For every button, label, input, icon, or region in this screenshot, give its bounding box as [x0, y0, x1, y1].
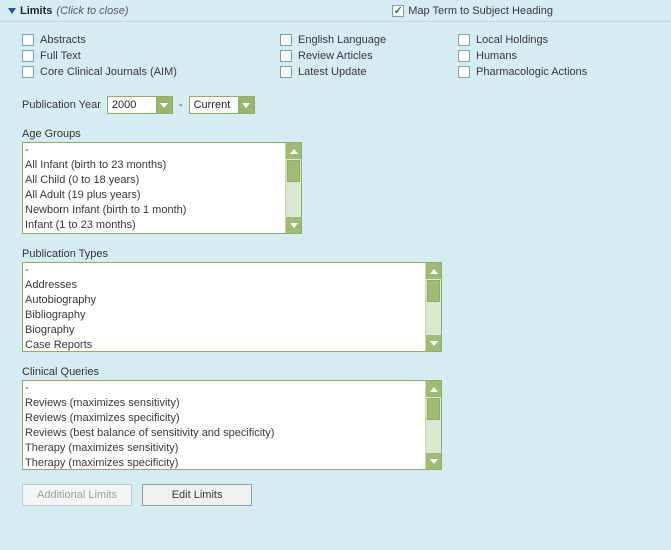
- list-item[interactable]: Case Reports: [25, 338, 423, 352]
- collapse-icon: [8, 8, 16, 14]
- chevron-down-icon: [156, 97, 172, 113]
- list-item[interactable]: -: [25, 381, 423, 396]
- checkbox[interactable]: [280, 34, 292, 46]
- scroll-track[interactable]: [286, 159, 301, 217]
- scroll-down-icon[interactable]: [426, 453, 442, 469]
- opt-local-holdings: Local Holdings: [458, 34, 638, 46]
- limits-title: Limits: [20, 5, 52, 17]
- select-value: 2000: [112, 99, 156, 111]
- scroll-up-icon[interactable]: [426, 381, 442, 397]
- list-item[interactable]: -: [25, 143, 283, 158]
- scrollbar[interactable]: [425, 381, 441, 469]
- age-groups-listbox[interactable]: - All Infant (birth to 23 months) All Ch…: [22, 142, 302, 234]
- checkbox-grid: Abstracts English Language Local Holding…: [22, 34, 653, 78]
- additional-limits-button: Additional Limits: [22, 484, 132, 506]
- opt-label: Latest Update: [298, 66, 367, 78]
- scroll-down-icon[interactable]: [426, 335, 442, 351]
- list-item[interactable]: Autobiography: [25, 293, 423, 308]
- list-item[interactable]: Newborn Infant (birth to 1 month): [25, 203, 283, 218]
- opt-label: Core Clinical Journals (AIM): [40, 66, 177, 78]
- select-value: Current: [194, 99, 238, 111]
- scroll-track[interactable]: [426, 397, 441, 453]
- scroll-thumb[interactable]: [427, 398, 440, 420]
- opt-label: Full Text: [40, 50, 81, 62]
- scroll-down-icon[interactable]: [286, 217, 302, 233]
- opt-label: Review Articles: [298, 50, 373, 62]
- pub-types-label: Publication Types: [22, 248, 653, 260]
- list-item[interactable]: Reviews (best balance of sensitivity and…: [25, 426, 423, 441]
- list-item[interactable]: Reviews (maximizes sensitivity): [25, 396, 423, 411]
- pubyear-to-select[interactable]: Current: [189, 96, 255, 114]
- checkbox[interactable]: [280, 66, 292, 78]
- opt-abstracts: Abstracts: [22, 34, 272, 46]
- list-item[interactable]: Therapy (maximizes specificity): [25, 456, 423, 470]
- scroll-up-icon[interactable]: [286, 143, 302, 159]
- list-item[interactable]: Addresses: [25, 278, 423, 293]
- scroll-track[interactable]: [426, 279, 441, 335]
- opt-label: English Language: [298, 34, 386, 46]
- pub-types-listbox[interactable]: - Addresses Autobiography Bibliography B…: [22, 262, 442, 352]
- map-term-checkbox[interactable]: [392, 5, 404, 17]
- map-term-label: Map Term to Subject Heading: [408, 5, 553, 17]
- opt-humans: Humans: [458, 50, 638, 62]
- list-item[interactable]: Infant (1 to 23 months): [25, 218, 283, 233]
- opt-review: Review Articles: [280, 50, 450, 62]
- scroll-thumb[interactable]: [287, 160, 300, 182]
- scrollbar[interactable]: [425, 263, 441, 351]
- limits-body: Abstracts English Language Local Holding…: [0, 22, 671, 516]
- chevron-down-icon: [238, 97, 254, 113]
- pubyear-from-select[interactable]: 2000: [107, 96, 173, 114]
- scrollbar[interactable]: [285, 143, 301, 233]
- list-item[interactable]: Therapy (maximizes sensitivity): [25, 441, 423, 456]
- list-item[interactable]: All Infant (birth to 23 months): [25, 158, 283, 173]
- opt-core-journals: Core Clinical Journals (AIM): [22, 66, 272, 78]
- button-row: Additional Limits Edit Limits: [22, 484, 653, 506]
- list-item[interactable]: Biography: [25, 323, 423, 338]
- list-item[interactable]: All Adult (19 plus years): [25, 188, 283, 203]
- opt-label: Humans: [476, 50, 517, 62]
- opt-latest-update: Latest Update: [280, 66, 450, 78]
- opt-label: Pharmacologic Actions: [476, 66, 587, 78]
- limits-header[interactable]: Limits (Click to close) Map Term to Subj…: [0, 0, 671, 22]
- opt-label: Abstracts: [40, 34, 86, 46]
- limits-hint: (Click to close): [56, 5, 128, 17]
- opt-fulltext: Full Text: [22, 50, 272, 62]
- scroll-up-icon[interactable]: [426, 263, 442, 279]
- checkbox[interactable]: [22, 34, 34, 46]
- edit-limits-button[interactable]: Edit Limits: [142, 484, 252, 506]
- list-item[interactable]: -: [25, 263, 423, 278]
- opt-label: Local Holdings: [476, 34, 548, 46]
- checkbox[interactable]: [458, 50, 470, 62]
- scroll-thumb[interactable]: [427, 280, 440, 302]
- checkbox[interactable]: [458, 34, 470, 46]
- checkbox[interactable]: [280, 50, 292, 62]
- clinical-queries-listbox[interactable]: - Reviews (maximizes sensitivity) Review…: [22, 380, 442, 470]
- opt-pharmacologic: Pharmacologic Actions: [458, 66, 638, 78]
- list-item[interactable]: Bibliography: [25, 308, 423, 323]
- age-groups-label: Age Groups: [22, 128, 653, 140]
- list-item[interactable]: Reviews (maximizes specificity): [25, 411, 423, 426]
- map-term-option: Map Term to Subject Heading: [392, 5, 663, 17]
- checkbox[interactable]: [22, 66, 34, 78]
- checkbox[interactable]: [458, 66, 470, 78]
- clinical-queries-label: Clinical Queries: [22, 366, 653, 378]
- publication-year-row: Publication Year 2000 - Current: [22, 96, 653, 114]
- pubyear-label: Publication Year: [22, 99, 101, 111]
- dash: -: [179, 99, 183, 111]
- list-item[interactable]: All Child (0 to 18 years): [25, 173, 283, 188]
- checkbox[interactable]: [22, 50, 34, 62]
- opt-english: English Language: [280, 34, 450, 46]
